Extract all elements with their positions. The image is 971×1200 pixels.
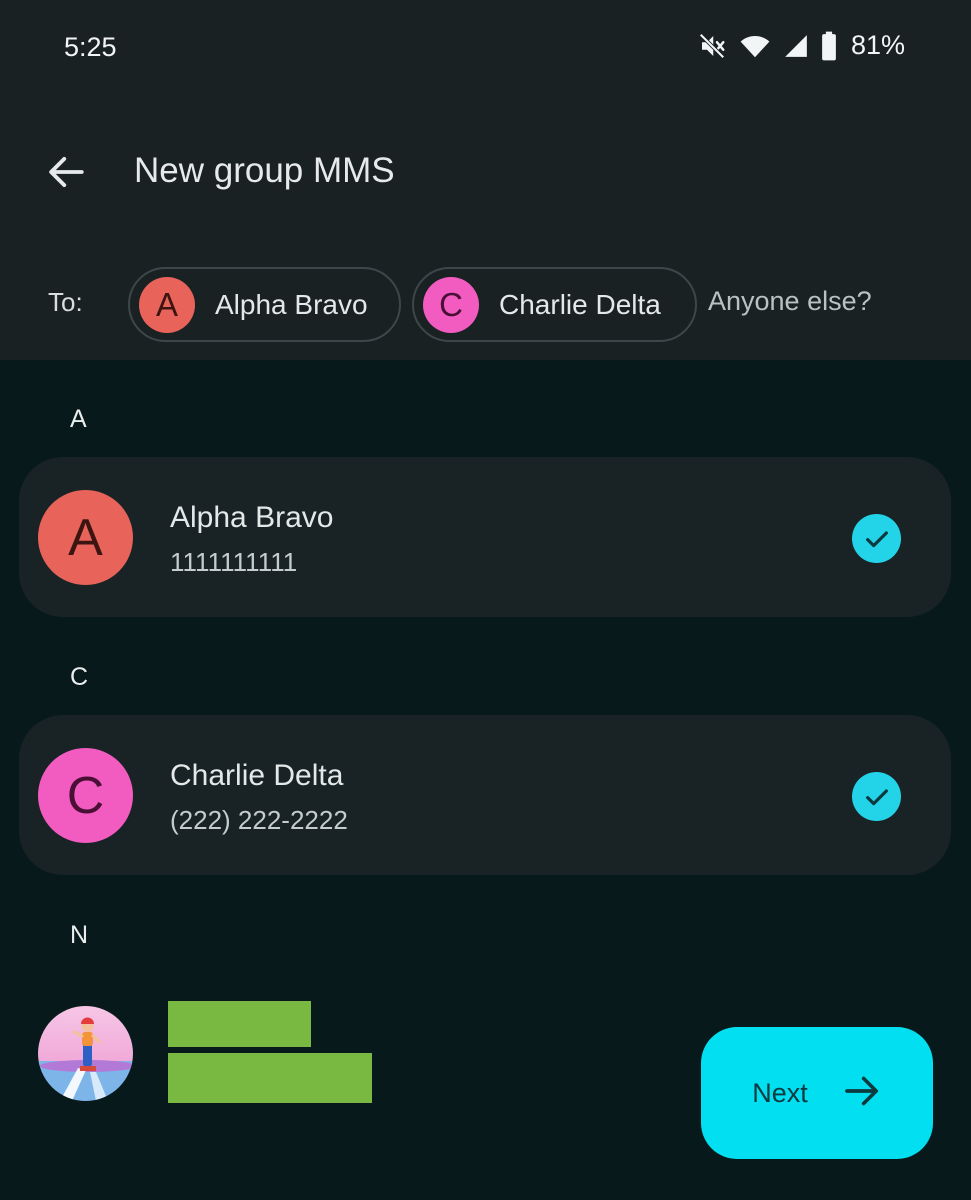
status-icons: 81% — [697, 30, 905, 61]
battery-icon — [821, 31, 837, 61]
recipient-search-input[interactable] — [708, 286, 963, 317]
flyboarder-avatar-image — [38, 1006, 133, 1101]
contact-name: Charlie Delta — [170, 759, 344, 792]
arrow-forward-icon — [842, 1071, 882, 1116]
contact-phone: (222) 222-2222 — [170, 805, 348, 835]
redacted-contact-name — [168, 1001, 311, 1047]
signal-icon — [783, 32, 809, 60]
page-title: New group MMS — [134, 151, 395, 190]
recipient-chip-alpha-bravo[interactable]: A Alpha Bravo — [128, 267, 401, 342]
avatar[interactable] — [38, 1006, 133, 1101]
battery-percent: 81% — [850, 30, 905, 60]
contact-row-charlie-delta[interactable]: C Charlie Delta (222) 222-2222 — [19, 715, 951, 875]
arrow-back-icon — [45, 151, 87, 198]
chip-avatar: A — [139, 276, 195, 333]
contact-name: Alpha Bravo — [170, 501, 334, 534]
contact-phone: 1111111111 — [170, 547, 298, 577]
recipient-chip-charlie-delta[interactable]: C Charlie Delta — [412, 267, 697, 342]
avatar: A — [38, 490, 133, 585]
to-label: To: — [48, 287, 83, 317]
redacted-contact-phone — [168, 1053, 372, 1103]
next-button[interactable]: Next — [701, 1027, 933, 1159]
chip-label: Alpha Bravo — [215, 288, 368, 320]
status-time: 5:25 — [64, 32, 117, 62]
top-app-bar: 5:25 81% New group MMS To: A Alpha Bravo… — [0, 0, 971, 360]
section-header-c: C — [70, 663, 89, 691]
next-label: Next — [752, 1077, 808, 1108]
selected-check-icon — [852, 514, 901, 563]
selected-check-icon — [852, 772, 901, 821]
avatar: C — [38, 748, 133, 843]
chip-avatar: C — [423, 276, 479, 333]
chip-label: Charlie Delta — [499, 288, 661, 320]
contact-row-alpha-bravo[interactable]: A Alpha Bravo 1111111111 — [19, 457, 951, 617]
mute-icon — [697, 31, 727, 61]
section-header-a: A — [70, 405, 87, 433]
back-button[interactable] — [40, 148, 92, 200]
wifi-icon — [739, 31, 771, 61]
section-header-n: N — [70, 921, 89, 949]
